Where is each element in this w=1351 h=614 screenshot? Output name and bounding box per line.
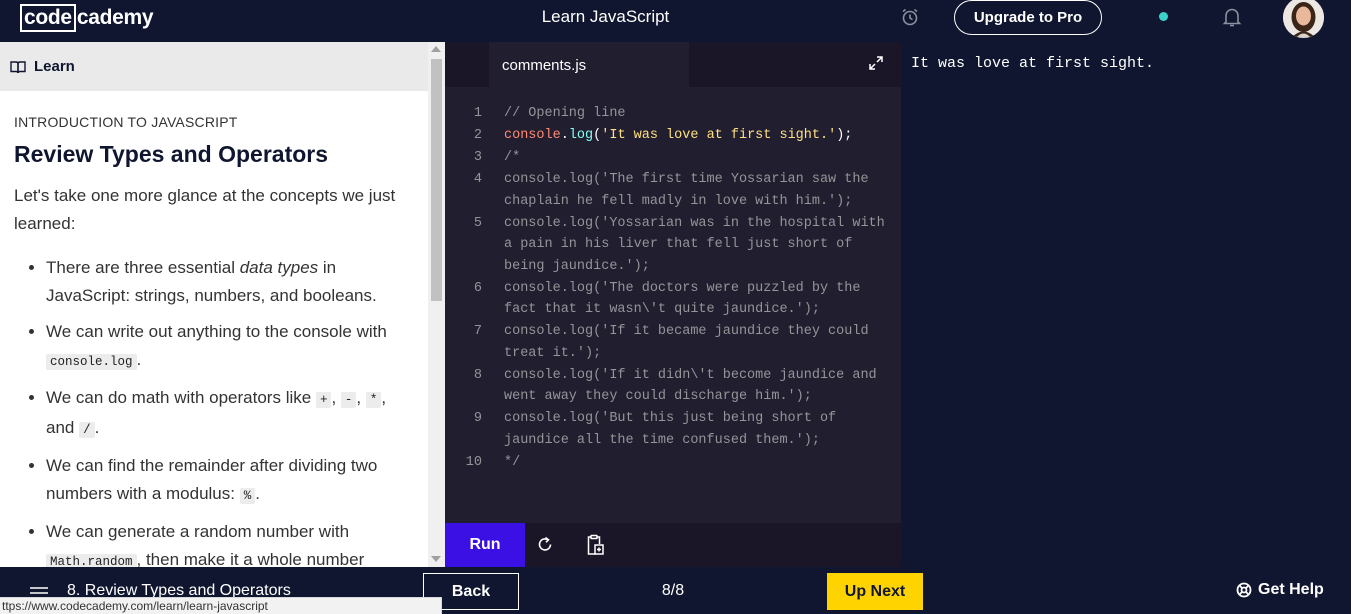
text-fragment: We can write out anything to the console…: [46, 322, 387, 341]
top-navigation-bar: code cademy Learn JavaScript Upgrade to P…: [0, 0, 1351, 42]
text-fragment: , then make it a whole number: [136, 550, 365, 567]
list-item: We can do math with operators like +, -,…: [46, 384, 409, 444]
learn-scrollbar-thumb[interactable]: [431, 59, 442, 301]
learn-panel: Learn INTRODUCTION TO JAVASCRIPT Review …: [0, 42, 445, 567]
list-item: There are three essential data types in …: [46, 254, 409, 310]
run-button[interactable]: Run: [445, 523, 525, 567]
inline-code: -: [340, 392, 357, 408]
book-icon: [10, 60, 26, 73]
line-number: 9: [473, 411, 482, 426]
code-line: 10 */: [445, 452, 901, 474]
avatar-portrait-icon: [1283, 0, 1324, 38]
inline-code: *: [365, 392, 382, 408]
text-fragment: .: [136, 350, 142, 369]
lesson-content: INTRODUCTION TO JAVASCRIPT Review Types …: [14, 114, 409, 567]
line-number: 10: [465, 454, 482, 470]
help-lifebuoy-icon: [1236, 582, 1252, 598]
inline-code: console.log: [46, 354, 137, 370]
text-fragment: We can find the remainder after dividing…: [46, 456, 378, 503]
text-fragment: There are three essential: [46, 258, 240, 277]
scroll-down-arrow-icon[interactable]: [431, 556, 441, 562]
line-number: 1: [473, 106, 482, 121]
learn-panel-title: Learn: [34, 58, 75, 75]
line-number: 4: [473, 172, 482, 187]
code-line: 9 console.log('But this just being short …: [445, 408, 901, 451]
text-fragment: .: [94, 418, 100, 437]
line-number: 3: [473, 150, 482, 165]
text-fragment: ,: [356, 388, 366, 407]
up-next-button[interactable]: Up Next: [827, 573, 923, 610]
code-area[interactable]: 1// Opening line 2 console.log('It was lo…: [445, 103, 901, 474]
editor-tab-bar: comments.js: [445, 42, 901, 87]
get-help-label: Get Help: [1258, 581, 1324, 598]
reset-icon[interactable]: [537, 536, 553, 553]
editor-action-bar: Run: [445, 523, 901, 567]
get-help-button[interactable]: Get Help: [1236, 581, 1324, 599]
code-line: 5 console.log('Yossarian was in the hospi…: [445, 213, 901, 278]
code-text: console.log('If it became jaundice they …: [504, 324, 877, 361]
lesson-progress: 8/8: [661, 582, 685, 599]
text-fragment: We can generate a random number with: [46, 522, 350, 541]
token-object: console: [504, 128, 561, 143]
browser-status-url: ttps://www.codecademy.com/learn/learn-ja…: [0, 597, 442, 614]
line-number: 5: [473, 215, 482, 231]
code-text: */: [504, 454, 521, 470]
token-string: 'It was love at first sight.': [601, 128, 837, 143]
text-fragment: ,: [331, 388, 341, 407]
token-punctuation: .: [560, 128, 569, 143]
code-text: console.log('But this just being short o…: [504, 411, 845, 448]
code-text: /*: [504, 150, 521, 165]
concept-list: There are three essential data types in …: [14, 254, 409, 567]
code-line: 8 console.log('If it didn\'t become jaund…: [445, 365, 901, 408]
token-punctuation: );: [836, 128, 853, 143]
list-item: We can write out anything to the console…: [46, 318, 409, 376]
code-line: 4 console.log('The first time Yossarian s…: [445, 169, 901, 212]
alarm-clock-icon[interactable]: [900, 7, 920, 27]
lesson-intro: Let's take one more glance at the concep…: [14, 186, 396, 233]
user-avatar[interactable]: [1283, 0, 1324, 38]
code-line: 6 console.log('The doctors were puzzled b…: [445, 278, 901, 321]
bell-icon[interactable]: [1222, 6, 1242, 28]
code-line: 7 console.log('If it became jaundice they…: [445, 321, 901, 364]
text-fragment: .: [255, 484, 260, 503]
line-number: 7: [473, 324, 482, 339]
emphasis-text: data types: [239, 258, 319, 277]
token-function: log: [568, 128, 594, 143]
file-tab-comments-js[interactable]: comments.js: [489, 42, 689, 87]
code-text: console.log('If it didn\'t become jaundi…: [504, 367, 885, 405]
inline-code: Math.random: [46, 554, 137, 567]
code-line: 1 // Opening line: [445, 103, 901, 125]
copy-to-clipboard-icon[interactable]: [585, 534, 605, 556]
inline-code: /: [79, 422, 95, 438]
code-text: console.log('The doctors were puzzled by…: [504, 280, 869, 318]
lesson-title: Review Types and Operators: [14, 141, 329, 167]
line-number: 8: [473, 367, 482, 383]
list-item: We can generate a random number with Mat…: [46, 518, 409, 567]
course-eyebrow: INTRODUCTION TO JAVASCRIPT: [14, 114, 238, 130]
list-item: We can find the remainder after dividing…: [46, 452, 409, 510]
code-text: console.log('Yossarian was in the hospit…: [504, 215, 893, 274]
code-editor: comments.js 1 // Opening line 2 console.lo…: [445, 42, 901, 567]
expand-icon[interactable]: [869, 56, 883, 70]
scroll-up-arrow-icon[interactable]: [431, 46, 441, 52]
code-line: 2 console.log('It was love at first sight…: [445, 125, 901, 147]
code-text: console.log('The first time Yossarian sa…: [504, 172, 877, 209]
line-number: 6: [473, 280, 482, 296]
learn-panel-header: Learn: [0, 42, 428, 91]
text-fragment: We can do math with operators like: [46, 388, 316, 407]
code-line: 3 /*: [445, 147, 901, 169]
line-number: 2: [473, 128, 482, 143]
upgrade-to-pro-button[interactable]: Upgrade to Pro: [954, 0, 1102, 35]
code-text: // Opening line: [504, 106, 626, 121]
inline-code: %: [239, 488, 256, 504]
console-output-text: It was love at first sight.: [911, 55, 1155, 72]
console-output-panel: It was love at first sight.: [901, 42, 1351, 567]
inline-code: +: [315, 392, 332, 408]
notification-dot: [1159, 12, 1168, 21]
